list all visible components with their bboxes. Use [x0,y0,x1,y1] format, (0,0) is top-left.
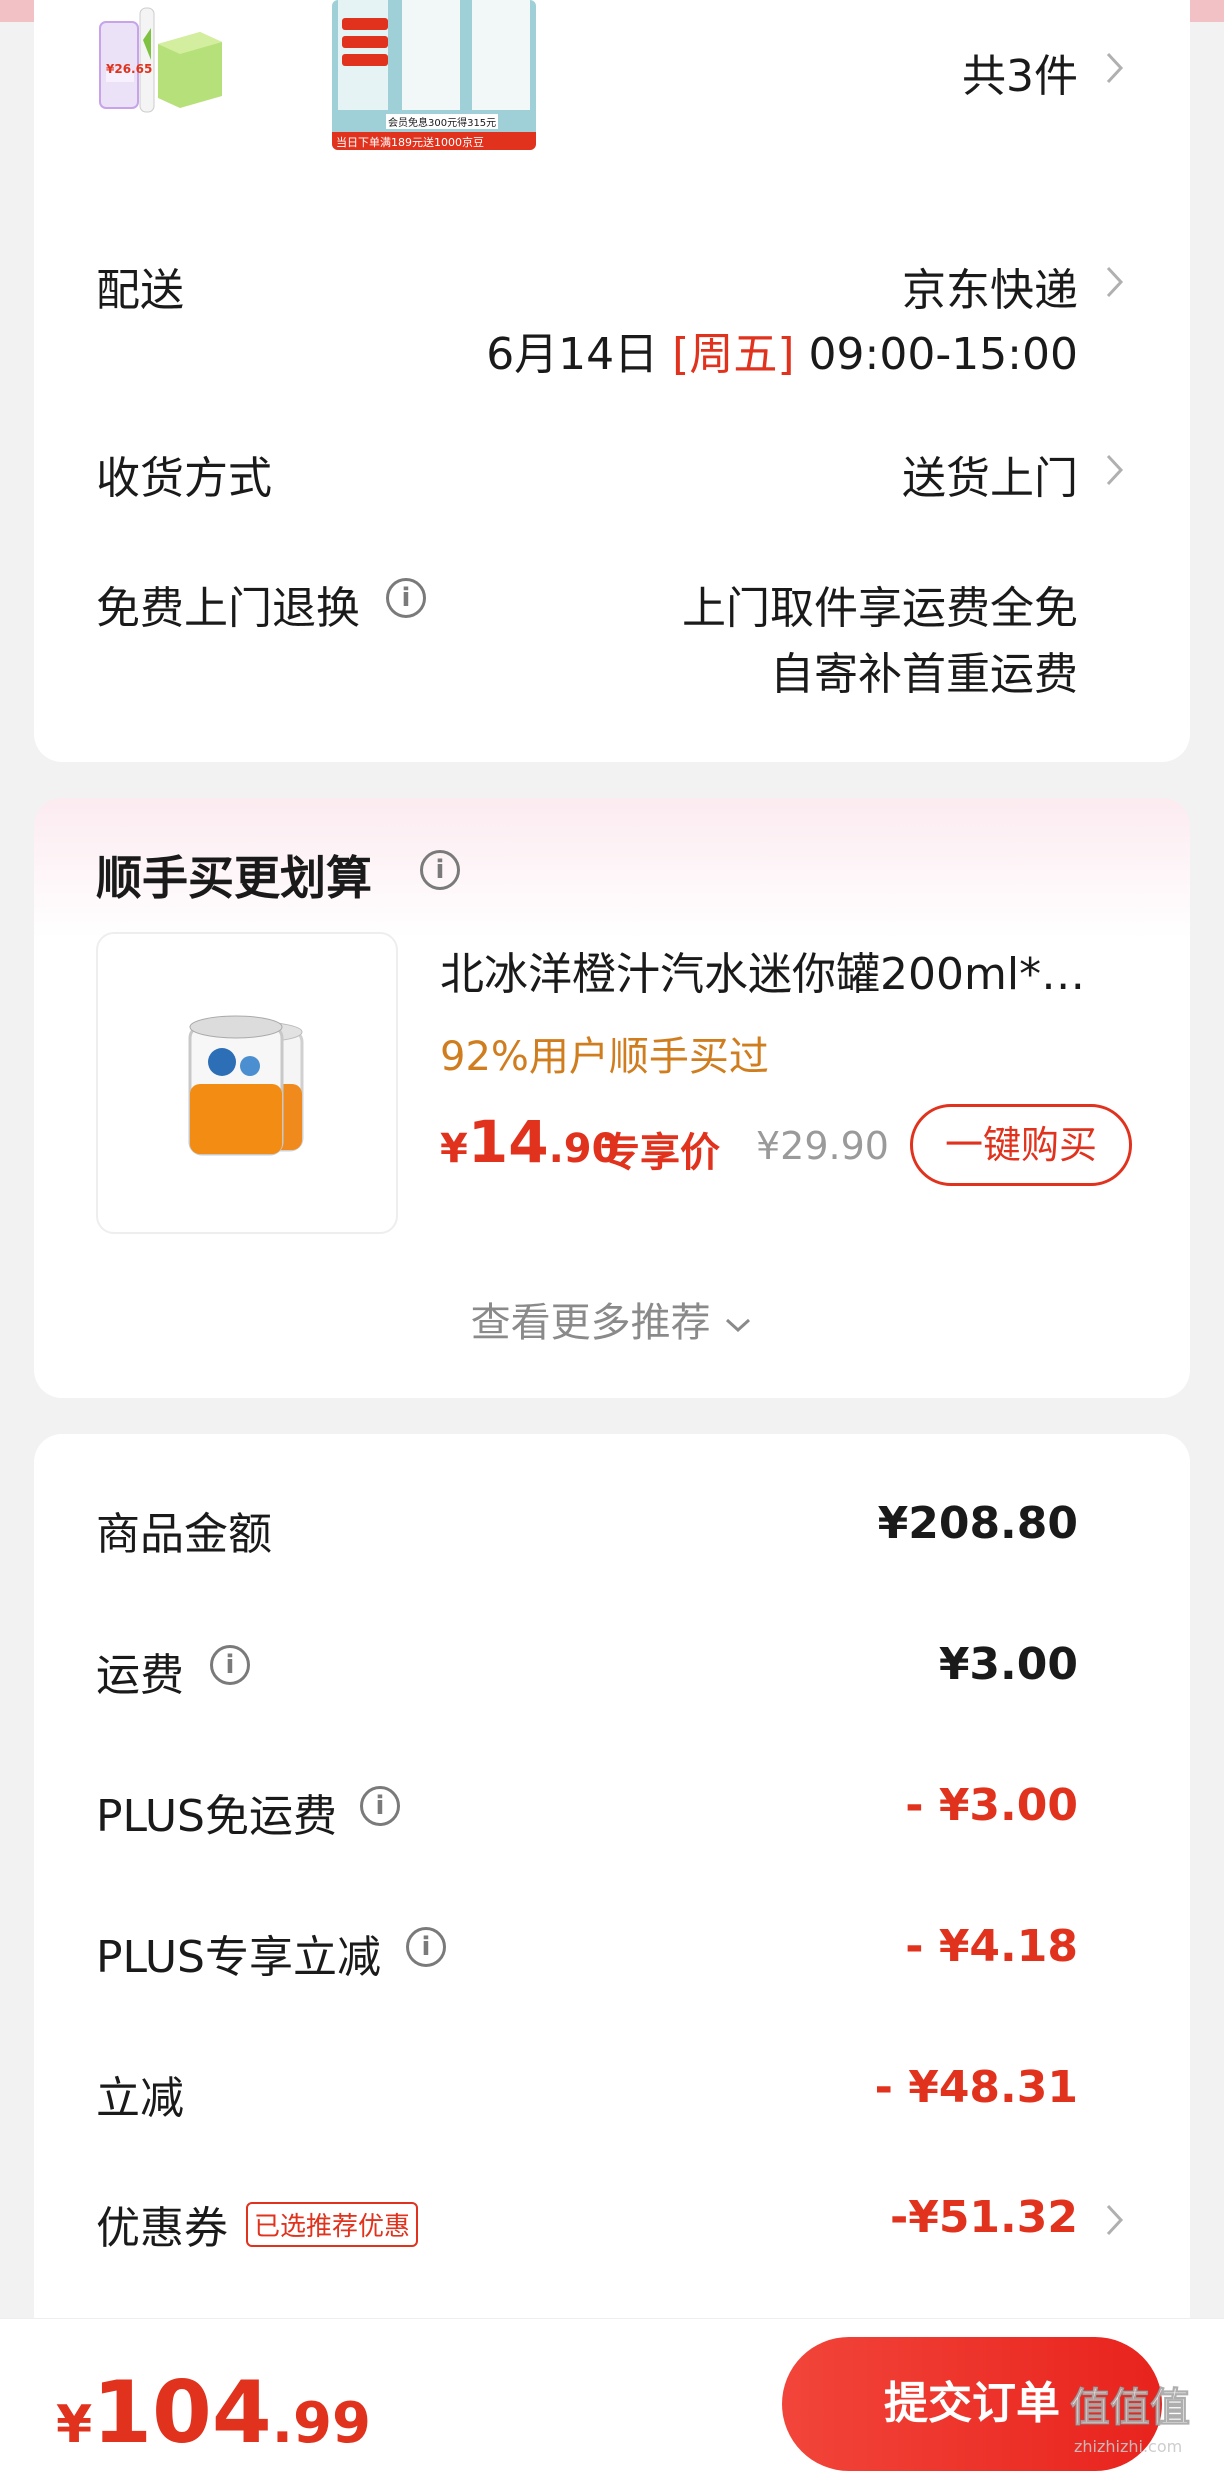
thumb2-footer: 当日下单满189元送1000京豆 [336,136,484,149]
one-click-buy-button[interactable]: 一键购买 [910,1104,1132,1186]
amount-label: PLUS专享立减 [96,1932,381,1983]
chevron-right-icon[interactable] [1104,450,1126,490]
reco-product-image[interactable] [96,932,398,1234]
item-count[interactable]: 共3件 [962,40,1078,104]
watermark-logo: 值值值 [1070,2385,1191,2432]
reco-title: 顺手买更划算 [96,851,372,905]
info-icon[interactable]: i [360,1786,400,1826]
total-currency: ¥ [56,2395,93,2455]
reco-popularity: 92%用户顺手买过 [440,1034,769,1080]
order-info-card: ¥26.65 会员免息300元得315元 当日下单满189元送1000京豆 共3… [34,0,1190,762]
info-icon[interactable]: i [386,578,426,618]
amount-value: ¥208.80 [877,1498,1078,1549]
chevron-right-icon[interactable] [1104,48,1126,88]
amount-label: PLUS免运费 [96,1791,337,1842]
total-integer: 104 [92,2363,272,2463]
delivery-date: 6月14日 [486,329,659,380]
info-icon[interactable]: i [210,1645,250,1685]
delivery-carrier[interactable]: 京东快递 [902,254,1078,318]
free-return-label: 免费上门退换 [96,583,360,634]
delivery-time[interactable]: 6月14日 [周五] 09:00-15:00 [486,318,1078,382]
recommendation-card: 顺手买更划算 i 北冰洋橙汁汽水迷你罐200ml*… 92%用户顺手买过 ¥14… [34,798,1190,1398]
reco-price-tag: 专享价 [600,1130,720,1176]
delivery-window: 09:00-15:00 [808,329,1078,380]
total-price: ¥104.99 [56,2363,371,2463]
receive-method-label: 收货方式 [96,453,272,504]
watermark-url: zhizhizhi.com [1074,2437,1183,2456]
coupon-tag: 已选推荐优惠 [246,2202,419,2247]
more-recommendations-label: 查看更多推荐 [470,1300,711,1346]
product-image-1 [96,0,226,120]
amount-value: - ¥48.31 [874,2062,1078,2113]
thumb2-banner: 会员免息300元得315元 [386,114,499,129]
more-recommendations-link[interactable]: 查看更多推荐 [34,1290,1190,1348]
reco-original-price: ¥29.90 [756,1124,889,1168]
amount-label: 运费 [96,1650,184,1701]
info-icon[interactable]: i [420,850,460,890]
delivery-label: 配送 [96,265,184,316]
delivery-weekday: [周五] [672,329,795,380]
total-decimal: .99 [271,2391,371,2456]
product-thumbnail-2[interactable]: 会员免息300元得315元 当日下单满189元送1000京豆 [332,0,536,150]
amount-value[interactable]: -¥51.32 [890,2192,1078,2243]
site-watermark: 值值值 zhizhizhi.com [1070,2375,1220,2465]
chevron-down-icon [726,1318,751,1333]
thumb1-price-tag: ¥26.65 [106,62,153,76]
free-return-line1: 上门取件享运费全免 [682,583,1078,634]
reco-product-name[interactable]: 北冰洋橙汁汽水迷你罐200ml*… [440,938,1152,1002]
amount-value: - ¥4.18 [905,1921,1078,1972]
reco-price-integer: 14 [467,1108,549,1176]
amount-label: 优惠券 [96,2203,228,2254]
amount-value: ¥3.00 [938,1639,1078,1690]
amount-label: 商品金额 [96,1509,272,1560]
orange-soda-can-image [188,1015,304,1156]
product-thumbnail-1[interactable]: ¥26.65 [96,0,226,120]
checkout-bar: ¥104.99 提交订单 值值值 zhizhizhi.com [0,2318,1224,2487]
chevron-right-icon[interactable] [1104,262,1126,302]
reco-price: ¥14.90 [440,1108,619,1176]
amount-value: - ¥3.00 [905,1780,1078,1831]
amount-label: 立减 [96,2073,184,2124]
receive-method-value[interactable]: 送货上门 [902,442,1078,506]
info-icon[interactable]: i [406,1927,446,1967]
reco-price-currency: ¥ [440,1126,468,1172]
chevron-right-icon[interactable] [1104,2200,1126,2240]
free-return-line2: 自寄补首重运费 [770,649,1078,700]
